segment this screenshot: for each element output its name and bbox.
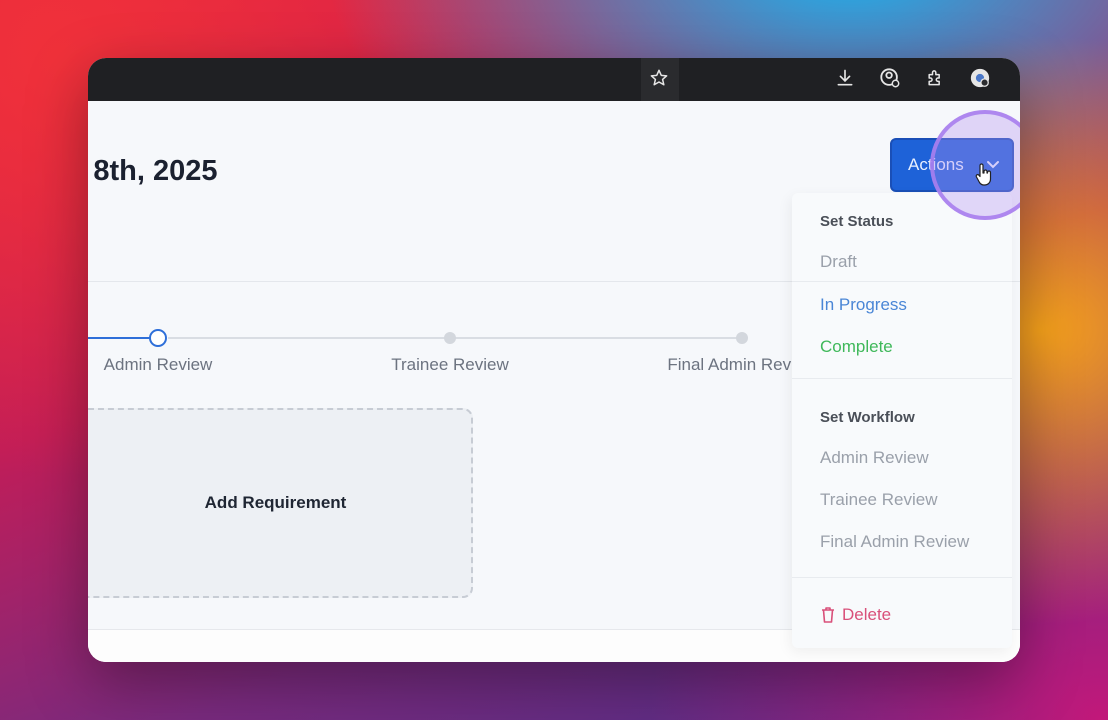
menu-divider [792, 281, 1012, 282]
add-requirement-label: Add Requirement [204, 493, 347, 512]
menu-item-in-progress[interactable]: In Progress [820, 295, 907, 315]
step-dot[interactable] [444, 332, 456, 344]
hand-cursor-icon [975, 163, 992, 186]
menu-item-complete[interactable]: Complete [820, 337, 893, 357]
extensions-icon[interactable] [924, 67, 946, 89]
profile-icon[interactable] [879, 67, 901, 89]
set-status-heading: Set Status [820, 213, 894, 230]
chrome-account-icon[interactable] [969, 67, 991, 89]
browser-toolbar [88, 58, 1020, 101]
step-dot[interactable] [736, 332, 748, 344]
page-title: r 8th, 2025 [88, 155, 218, 187]
browser-window: r 8th, 2025 Admin Review Trainee Review … [88, 58, 1020, 662]
add-requirement-card[interactable]: Add Requirement [88, 408, 473, 598]
menu-divider [792, 378, 1012, 379]
set-workflow-heading: Set Workflow [820, 409, 915, 426]
star-icon[interactable] [648, 67, 670, 89]
delete-label: Delete [842, 605, 892, 624]
download-icon[interactable] [834, 67, 856, 89]
step-label-trainee-review: Trainee Review [391, 355, 509, 374]
menu-divider [792, 577, 1012, 578]
trash-icon [822, 607, 834, 623]
menu-item-admin-review[interactable]: Admin Review [820, 448, 929, 468]
stepper-progress-line [88, 337, 152, 339]
menu-item-delete[interactable]: Delete [820, 605, 891, 625]
menu-item-final-admin-review[interactable]: Final Admin Review [820, 532, 969, 552]
step-dot-current[interactable] [149, 329, 167, 347]
menu-item-trainee-review[interactable]: Trainee Review [820, 490, 937, 510]
step-label-admin-review: Admin Review [103, 355, 213, 374]
menu-item-draft[interactable]: Draft [820, 252, 857, 272]
actions-dropdown-menu: Set Status Draft In Progress Complete Se… [792, 193, 1012, 648]
